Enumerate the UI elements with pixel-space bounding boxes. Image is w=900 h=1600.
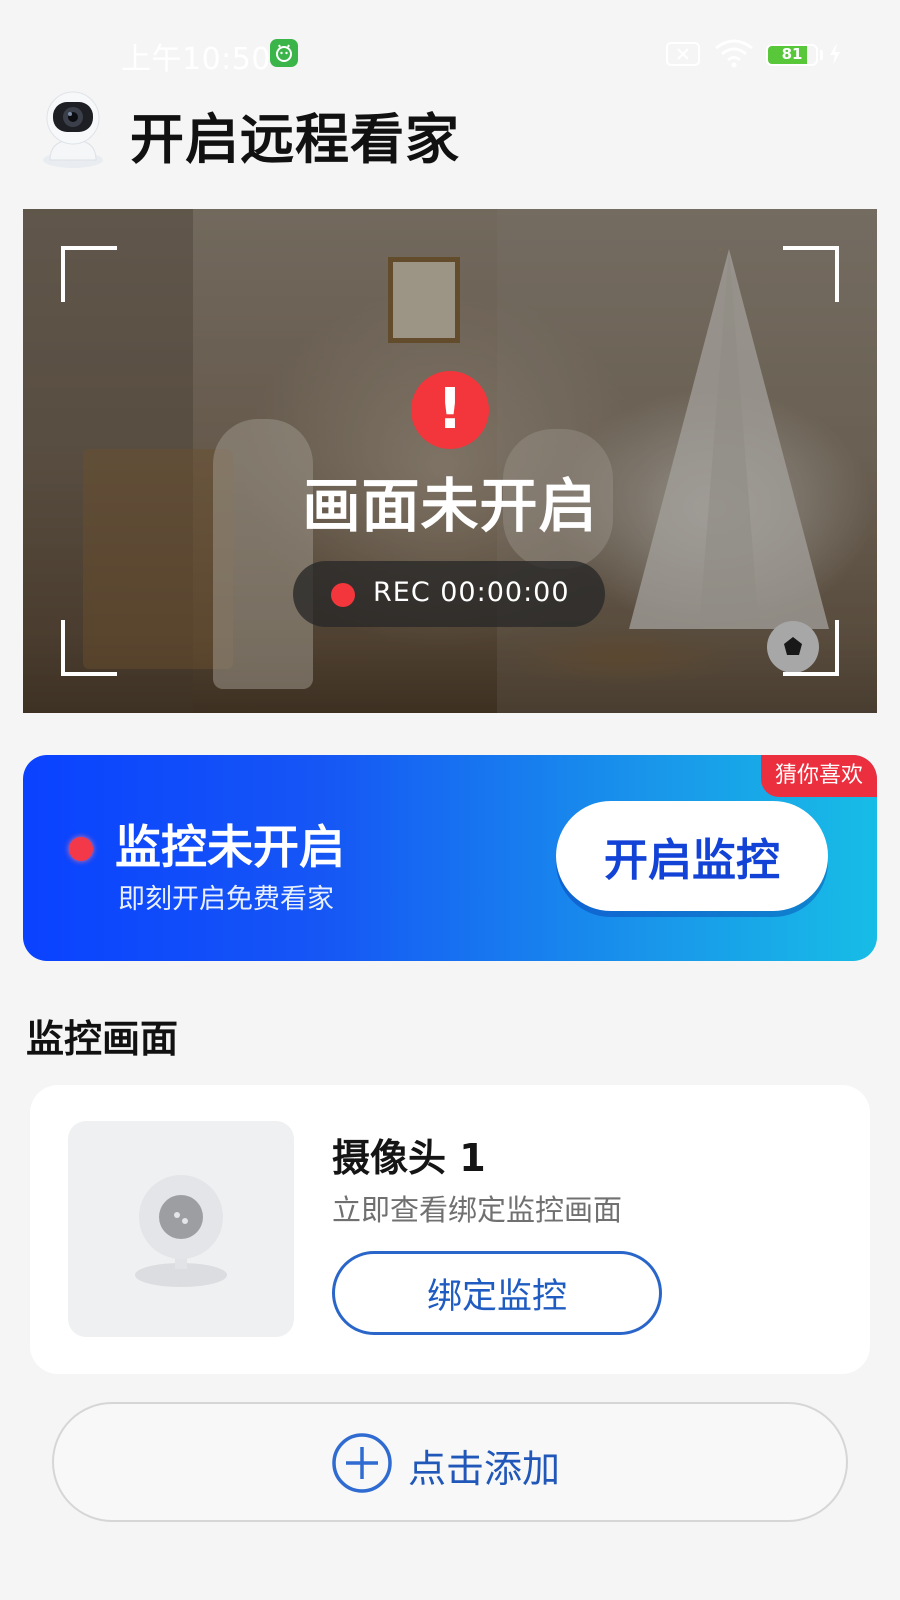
viewfinder-corner — [783, 246, 839, 302]
preview-status-text: 画面未开启 — [302, 472, 598, 540]
bind-monitor-button[interactable]: 绑定监控 — [332, 1251, 662, 1335]
add-camera-button[interactable]: 点击添加 — [52, 1402, 848, 1522]
page-title: 开启远程看家 — [130, 108, 460, 171]
camera-card[interactable]: 摄像头 1 立即查看绑定监控画面 绑定监控 — [30, 1085, 870, 1374]
screen: 上午10:50 81 开启远程看家 ! 画面未开启 REC 00:00:00 监… — [0, 0, 900, 1600]
camera-description: 立即查看绑定监控画面 — [332, 1193, 623, 1227]
status-icons: 81 — [666, 38, 846, 68]
recommend-badge: 猜你喜欢 — [761, 755, 877, 797]
status-time: 上午10:50 — [121, 42, 271, 77]
viewfinder-corner — [783, 620, 839, 676]
plus-circle-icon — [331, 1432, 393, 1494]
promo-subtitle: 即刻开启免费看家 — [118, 884, 334, 915]
app-notification-icon — [270, 39, 298, 67]
camera-name: 摄像头 1 — [332, 1136, 486, 1180]
rec-indicator: REC 00:00:00 — [293, 561, 605, 627]
viewfinder-corner — [61, 620, 117, 676]
security-camera-icon — [40, 88, 106, 170]
battery-level: 81 — [781, 45, 803, 63]
status-dot-icon — [69, 837, 93, 861]
record-dot-icon — [331, 583, 355, 607]
monitor-promo-banner[interactable]: 监控未开启 即刻开启免费看家 开启监控 猜你喜欢 — [23, 755, 877, 961]
enable-monitor-button[interactable]: 开启监控 — [556, 801, 828, 911]
battery-icon: 81 — [766, 44, 818, 66]
camera-thumbnail — [68, 1121, 294, 1337]
camera-preview[interactable]: ! 画面未开启 REC 00:00:00 — [23, 209, 877, 713]
viewfinder-corner — [61, 246, 117, 302]
add-label: 点击添加 — [408, 1447, 561, 1491]
section-title: 监控画面 — [26, 1017, 179, 1061]
charging-icon — [828, 42, 842, 66]
sim-icon — [666, 42, 700, 66]
promo-title: 监控未开启 — [115, 820, 345, 874]
rec-timer: REC 00:00:00 — [373, 577, 570, 608]
header: 开启远程看家 — [0, 85, 900, 175]
alert-icon: ! — [411, 371, 489, 449]
battery-cap — [820, 50, 823, 60]
webcam-icon — [135, 1175, 227, 1287]
wifi-icon — [714, 38, 754, 68]
